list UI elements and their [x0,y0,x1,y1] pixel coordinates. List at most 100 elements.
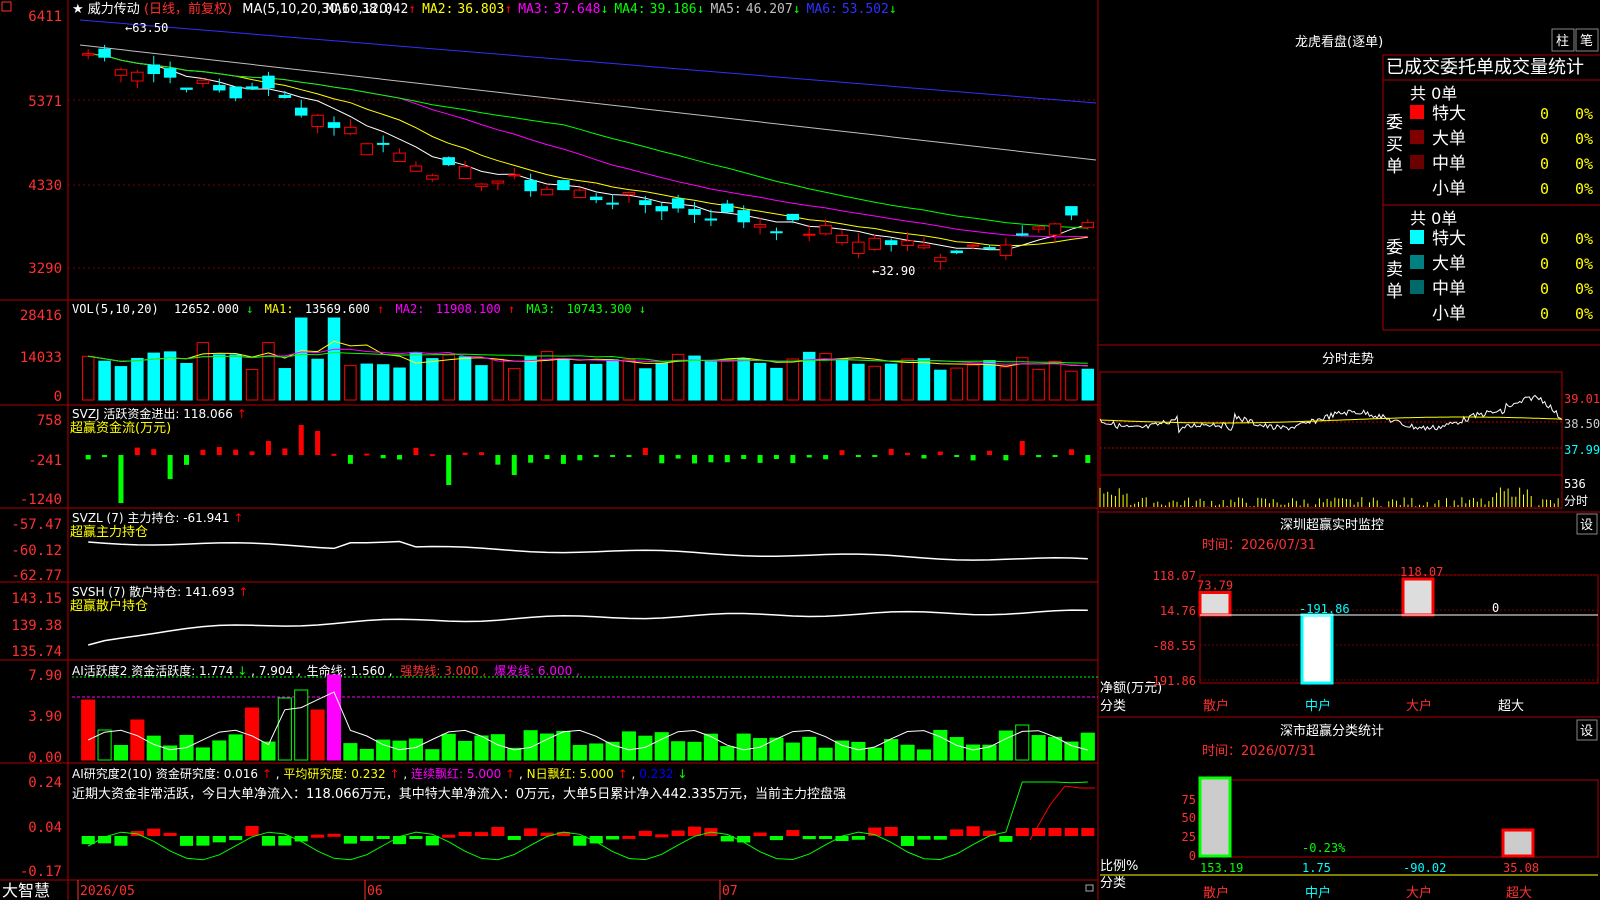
fund-flow-bar [478,452,484,455]
fund-flow-bar [380,455,386,459]
order-count: 0 [1540,155,1549,173]
research-bar [917,836,931,840]
activity-bar [408,738,423,761]
svg-text:委买单: 委买单 [1386,113,1403,177]
order-pct: 0% [1575,280,1593,298]
volume-bar [688,355,701,401]
monitor-x-title: 分类 [1100,699,1126,714]
order-type: 小单 [1432,179,1466,199]
research-bar [802,836,816,840]
candle-body [1048,223,1062,236]
volume-bar [884,363,898,401]
activity-bar [966,744,981,761]
activity-bar [146,735,161,761]
fund-flow-bar [233,449,239,455]
volume-bar [639,368,652,401]
side-label-char: 单 [1386,282,1403,302]
order-color-swatch [1410,230,1424,244]
research-bar [1048,828,1062,836]
research-bar [950,829,964,836]
fund-flow-bar [282,448,288,455]
ma-line [79,44,1097,161]
ma-legend-item: 37.648 [554,2,601,17]
research-bar [163,832,177,836]
research-bar [671,830,685,836]
order-type: 特大 [1432,229,1466,249]
volume-bar [81,355,95,401]
classify-chart: 75 50 25 0 比例% 分类 153.19 散户 1.75 中户 -90.02 大户 35.08 超… [1100,776,1599,900]
svsh-axis-label: 143.15 [11,591,62,607]
monitor-title: 深圳超赢实时监控 [1280,517,1384,533]
volume-bar [1065,370,1078,401]
price-axis-label: 3290 [28,261,62,277]
monitor-settings-label: 设 [1580,518,1593,533]
research-bar [884,827,898,836]
candle-body [786,213,800,221]
monitor-category: 超大 [1498,699,1524,714]
window-icon[interactable] [1,1,12,12]
ma-legend-item: MA4: [614,2,645,17]
research-bar [819,836,833,839]
candle-body [491,180,505,184]
ma-legend-item: MA5: [710,2,741,17]
order-pct: 0% [1575,105,1593,123]
volume-bar [114,366,128,401]
ma-legend-item: 39.186 [650,2,697,17]
price-axis-label: 6411 [28,9,62,25]
fund-flow-bars [85,425,1091,503]
fund-flow-bar [724,455,730,463]
candle-body [983,247,996,250]
candle-body [458,166,472,180]
monitor-bar [1300,613,1334,685]
activity-bar [425,749,440,761]
period-label[interactable]: (日线，前复权) [144,1,232,17]
stock-name[interactable]: 威力传动 [88,2,140,17]
orders-header: 已成交委托单成交量统计 [1386,57,1584,78]
svsh-axis-label: 135.74 [11,644,62,660]
activity-bar [81,699,96,761]
retail-position-line [88,609,1088,646]
activity-bar [556,730,571,761]
candle-body [376,142,390,145]
classify-frame [1199,779,1599,858]
activity-bar [621,731,637,761]
volume-bar [344,365,357,401]
activity-bar [343,743,358,761]
price-grid [68,99,1098,269]
fund-flow-bar [249,451,255,455]
order-count: 0 [1540,230,1549,248]
research-bar [737,836,751,843]
fund-flow-bar [298,425,304,455]
activity-bar [113,745,129,761]
ma-legend-item: ↓ [889,2,897,17]
ai-research-axis-label: 0.24 [28,775,62,791]
candle-body [655,206,668,212]
fund-flow-bar [577,455,583,461]
research-bar [392,836,407,845]
svsh-axis-label: 139.38 [11,618,62,634]
activity-bar [900,744,915,761]
ma-line [88,53,1088,238]
research-bar [851,836,865,840]
classify-settings-label: 设 [1580,724,1593,739]
monitor-bar-value: 118.07 [1400,565,1443,579]
lock-icon[interactable] [1085,884,1094,892]
volume-bar [376,364,390,401]
research-bar [212,836,226,843]
activity-bar [736,733,751,761]
fund-flow-bar [364,453,370,456]
side-label-char: 单 [1386,157,1403,177]
research-bar [81,836,95,845]
volume-bar [999,366,1013,401]
sell-total: 共 0单 [1410,209,1457,228]
fund-flow-bar [118,455,124,503]
activity-bar [949,737,964,761]
ma-legend-item: 36.803 [457,2,504,17]
fund-flow-bar [757,455,763,463]
monitor-time: 时间：2026/07/31 [1202,538,1316,553]
volume-bar [245,369,259,401]
ma-legend-item: MA2: [422,2,453,17]
order-count: 0 [1540,130,1549,148]
candle-body [163,68,177,78]
order-row: 小单 0 0% [1410,179,1593,199]
